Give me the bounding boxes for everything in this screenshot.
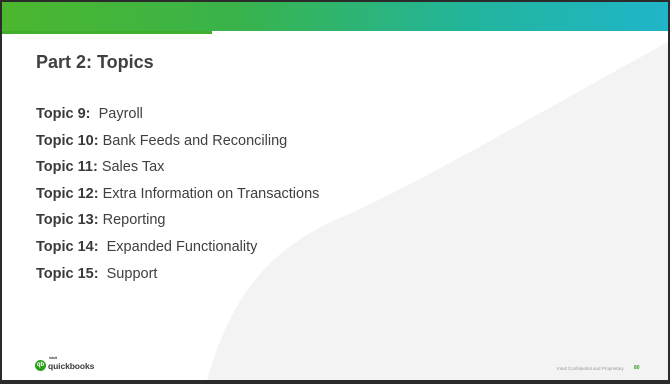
logo-quickbooks-text: quickbooks (48, 360, 95, 371)
topic-item: Topic 14: Expanded Functionality (36, 239, 319, 266)
page-number: 80 (634, 365, 640, 371)
topic-name: Support (106, 265, 158, 282)
topic-name: Sales Tax (101, 159, 165, 176)
topic-name: Reporting (102, 212, 166, 229)
topic-label: Topic 13: (36, 212, 99, 229)
topic-label: Topic 9: (36, 106, 91, 122)
topic-item: Topic 11: Sales Tax (36, 159, 319, 186)
slide: Part 2: Topics Topic 9: Payroll Topic 10… (2, 2, 668, 380)
topic-name: Payroll (98, 106, 143, 122)
logo-intuit-text: intuit (49, 355, 57, 360)
topic-label: Topic 10: (36, 132, 99, 149)
topic-label: Topic 12: (36, 185, 99, 202)
topic-item: Topic 9: Payroll (36, 106, 319, 133)
topic-item: Topic 12: Extra Information on Transacti… (36, 186, 319, 213)
confidential-notice: Intuit Confidential and Proprietary (557, 366, 624, 371)
topic-name: Expanded Functionality (106, 238, 258, 255)
topic-item: Topic 10: Bank Feeds and Reconciling (36, 133, 319, 160)
quickbooks-logo: qb intuit quickbooks (35, 356, 95, 371)
topic-label: Topic 14: (36, 238, 99, 255)
topic-label: Topic 15: (36, 265, 99, 282)
topic-item: Topic 15: Support (36, 266, 319, 293)
header-accent-line (2, 31, 212, 34)
slide-title: Part 2: Topics (36, 52, 154, 72)
topic-label: Topic 11: (36, 159, 98, 176)
topic-item: Topic 13: Reporting (36, 212, 319, 239)
quickbooks-logo-icon: qb (35, 360, 46, 371)
topic-list: Topic 9: Payroll Topic 10: Bank Feeds an… (36, 106, 319, 292)
topic-name: Extra Information on Transactions (102, 185, 320, 202)
header-gradient-bar (2, 2, 668, 31)
logo-wordmark: intuit quickbooks (48, 356, 95, 371)
topic-name: Bank Feeds and Reconciling (102, 132, 288, 149)
